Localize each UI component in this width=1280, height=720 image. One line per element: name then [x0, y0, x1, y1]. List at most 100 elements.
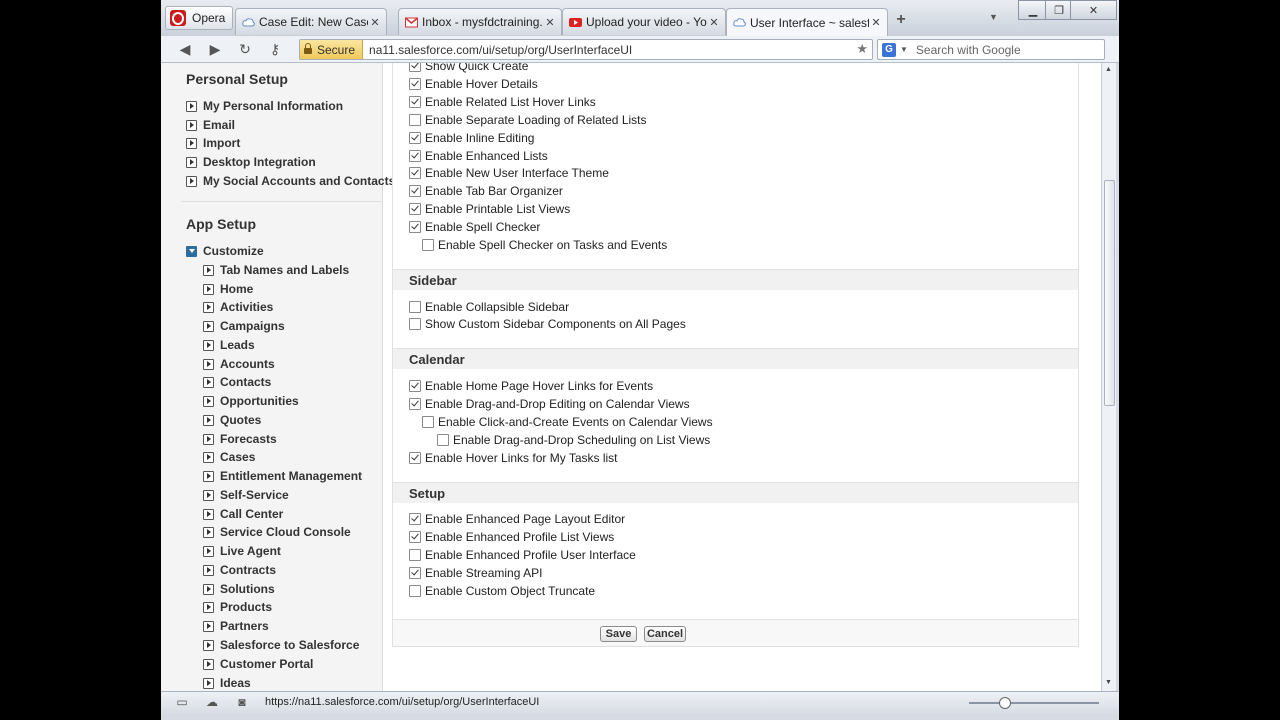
sidebar-subitem[interactable]: Forecasts [203, 431, 277, 447]
sidebar-item-label[interactable]: Quotes [220, 413, 261, 427]
setting-tab-bar-organizer[interactable]: Enable Tab Bar Organizer [409, 182, 563, 199]
checkbox[interactable] [409, 113, 421, 126]
setting-enhanced-page-layout[interactable]: Enable Enhanced Page Layout Editor [409, 510, 625, 527]
sidebar-subitem[interactable]: Opportunities [203, 393, 299, 409]
expand-icon[interactable] [203, 545, 214, 557]
zoom-slider-knob[interactable] [999, 697, 1011, 709]
setting-drag-drop-calendar[interactable]: Enable Drag-and-Drop Editing on Calendar… [409, 395, 690, 412]
new-tab-button[interactable]: + [893, 12, 909, 28]
sidebar-subitem[interactable]: Contacts [203, 374, 271, 390]
tab-upload-video[interactable]: Upload your video - Yo... ✕ [562, 8, 726, 35]
expand-icon[interactable] [203, 395, 214, 407]
expand-icon[interactable] [203, 677, 214, 689]
tab-case-edit[interactable]: Case Edit: New Case ~ ... ✕ [235, 8, 387, 35]
sidebar-item-label[interactable]: Desktop Integration [203, 155, 316, 169]
turbo-icon[interactable]: ☁ [205, 696, 219, 708]
url-text[interactable]: na11.salesforce.com/ui/setup/org/UserInt… [369, 43, 632, 57]
setting-hover-details[interactable]: Enable Hover Details [409, 75, 538, 92]
setting-click-create-events[interactable]: Enable Click-and-Create Events on Calend… [422, 413, 713, 430]
sidebar-item-label[interactable]: Contacts [220, 375, 271, 389]
sidebar-item-label[interactable]: Forecasts [220, 432, 277, 446]
expand-icon[interactable] [203, 639, 214, 651]
setting-enhanced-lists[interactable]: Enable Enhanced Lists [409, 147, 548, 164]
expand-icon[interactable] [203, 264, 214, 276]
sidebar-item-label[interactable]: Customize [203, 244, 264, 258]
checkbox[interactable] [409, 131, 421, 144]
sidebar-subitem[interactable]: Ideas [203, 675, 251, 691]
sidebar-item-label[interactable]: My Social Accounts and Contacts [203, 174, 395, 188]
checkbox[interactable] [422, 415, 434, 428]
sidebar-subitem[interactable]: Home [203, 281, 253, 297]
sidebar-item-label[interactable]: Service Cloud Console [220, 525, 351, 539]
sidebar-item-label[interactable]: Home [220, 282, 253, 296]
checkbox[interactable] [409, 166, 421, 179]
sidebar-subitem[interactable]: Live Agent [203, 543, 281, 559]
expand-icon[interactable] [186, 100, 197, 112]
expand-icon[interactable] [203, 283, 214, 295]
sidebar-item-label[interactable]: Import [203, 136, 240, 150]
sidebar-item-label[interactable]: Self-Service [220, 488, 289, 502]
sidebar-item-label[interactable]: Products [220, 600, 272, 614]
sidebar-item-desktop-integration[interactable]: Desktop Integration [186, 154, 316, 170]
close-icon[interactable]: ✕ [869, 16, 883, 29]
checkbox[interactable] [409, 300, 421, 313]
expand-icon[interactable] [203, 601, 214, 613]
sidebar-item-my-personal-information[interactable]: My Personal Information [186, 98, 343, 114]
sidebar-item-label[interactable]: Activities [220, 300, 273, 314]
checkbox[interactable] [409, 397, 421, 410]
expand-icon[interactable] [203, 526, 214, 538]
checkbox[interactable] [409, 530, 421, 543]
close-icon[interactable]: ✕ [707, 16, 721, 29]
setting-spell-checker[interactable]: Enable Spell Checker [409, 218, 540, 235]
sidebar-item-label[interactable]: Entitlement Management [220, 469, 362, 483]
checkbox[interactable] [437, 433, 449, 446]
sidebar-subitem[interactable]: Contracts [203, 562, 276, 578]
setting-custom-sidebar-components[interactable]: Show Custom Sidebar Components on All Pa… [409, 315, 686, 332]
tab-menu-icon[interactable]: ▼ [989, 12, 998, 22]
star-icon[interactable]: ★ [856, 41, 868, 57]
expand-icon[interactable] [203, 658, 214, 670]
expand-icon[interactable] [186, 119, 197, 131]
expand-icon[interactable] [203, 358, 214, 370]
sidebar-subitem[interactable]: Call Center [203, 506, 283, 522]
setting-custom-object-truncate[interactable]: Enable Custom Object Truncate [409, 582, 595, 599]
setting-enhanced-profile-list[interactable]: Enable Enhanced Profile List Views [409, 528, 614, 545]
sidebar-item-label[interactable]: Contracts [220, 563, 276, 577]
checkbox[interactable] [409, 220, 421, 233]
sidebar-item-label[interactable]: Call Center [220, 507, 283, 521]
checkbox[interactable] [409, 317, 421, 330]
setting-separate-loading[interactable]: Enable Separate Loading of Related Lists [409, 111, 647, 128]
sidebar-item-label[interactable]: Email [203, 118, 235, 132]
setting-printable-list-views[interactable]: Enable Printable List Views [409, 200, 570, 217]
sidebar-subitem[interactable]: Solutions [203, 581, 275, 597]
sidebar-item-label[interactable]: Leads [220, 338, 255, 352]
checkbox[interactable] [409, 149, 421, 162]
reload-icon[interactable]: ↻ [235, 40, 255, 58]
expand-icon[interactable] [186, 137, 197, 149]
sidebar-item-label[interactable]: Solutions [220, 582, 275, 596]
setting-new-ui-theme[interactable]: Enable New User Interface Theme [409, 164, 609, 181]
checkbox[interactable] [409, 202, 421, 215]
setting-collapsible-sidebar[interactable]: Enable Collapsible Sidebar [409, 298, 569, 315]
expand-icon[interactable] [203, 376, 214, 388]
sidebar-item-label[interactable]: Salesforce to Salesforce [220, 638, 359, 652]
scrollbar-thumb[interactable] [1104, 180, 1115, 406]
zoom-slider[interactable] [969, 702, 1099, 704]
checkbox[interactable] [409, 95, 421, 108]
sidebar-item-label[interactable]: Opportunities [220, 394, 299, 408]
expand-icon[interactable] [186, 156, 197, 168]
setting-inline-editing[interactable]: Enable Inline Editing [409, 129, 534, 146]
setting-enhanced-profile-ui[interactable]: Enable Enhanced Profile User Interface [409, 546, 636, 563]
sidebar-item-label[interactable]: My Personal Information [203, 99, 343, 113]
checkbox[interactable] [409, 584, 421, 597]
sidebar-subitem[interactable]: Leads [203, 337, 255, 353]
sidebar-subitem[interactable]: Cases [203, 449, 255, 465]
checkbox[interactable] [409, 63, 421, 72]
checkbox[interactable] [409, 379, 421, 392]
close-window-button[interactable]: ✕ [1070, 0, 1117, 20]
sidebar-subitem[interactable]: Self-Service [203, 487, 289, 503]
setting-hover-links-tasks[interactable]: Enable Hover Links for My Tasks list [409, 449, 618, 466]
close-icon[interactable]: ✕ [368, 16, 382, 29]
expand-icon[interactable] [203, 320, 214, 332]
checkbox[interactable] [409, 184, 421, 197]
